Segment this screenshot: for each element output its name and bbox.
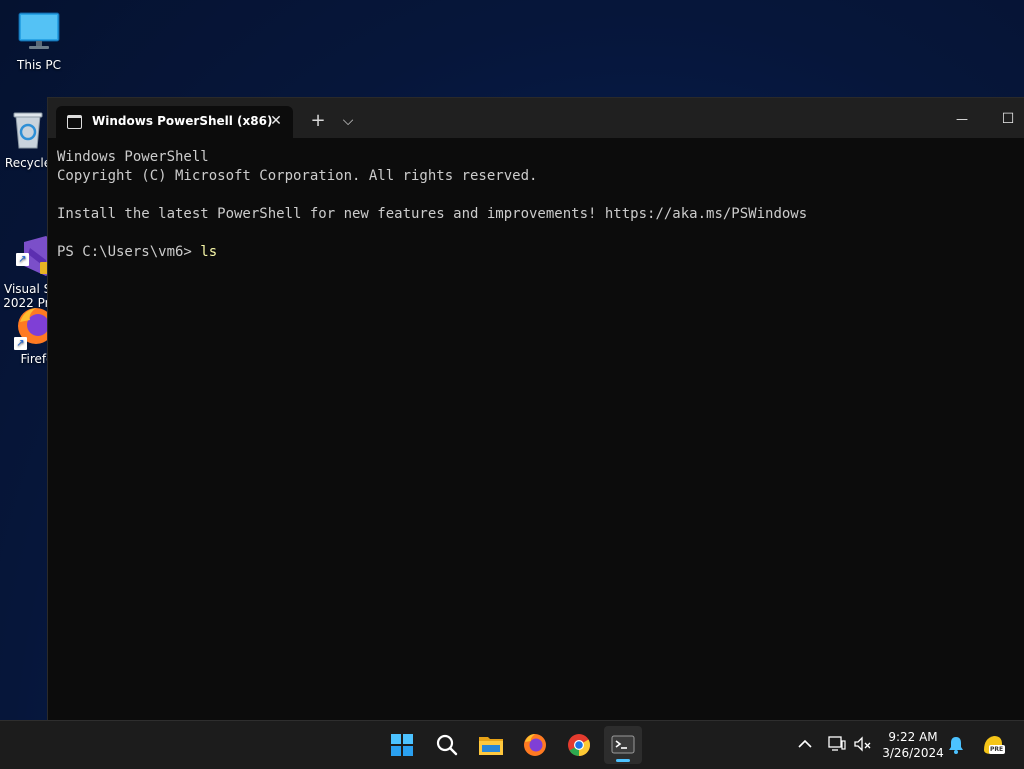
terminal-output[interactable]: Windows PowerShell Copyright (C) Microsof… [57,148,807,262]
show-hidden-icons-button[interactable] [796,735,814,753]
command-text: ls [200,244,218,260]
tab-windows-powershell[interactable]: Windows PowerShell (x86) ✕ [56,106,293,138]
chrome-taskbar-button[interactable] [560,726,598,764]
volume-button[interactable] [853,735,873,753]
clock-time: 9:22 AM [888,730,938,744]
recycle-bin-icon [6,108,50,152]
network-status-button[interactable] [827,735,847,753]
desktop-icon-label: This PC [17,58,61,72]
clock[interactable]: 9:22 AM 3/26/2024 [878,729,948,761]
shortcut-arrow-icon: ↗ [14,337,27,350]
monitor-icon [17,10,61,54]
network-icon [828,736,846,751]
desktop-icon-this-pc[interactable]: This PC [1,10,77,72]
dev-channel-badge[interactable]: PRE [980,732,1006,758]
terminal-tab-icon [67,115,82,129]
firefox-taskbar-button[interactable] [516,726,554,764]
prompt-line[interactable]: PS C:\Users\vm6> ls [57,243,807,262]
folder-icon [479,737,503,755]
badge-label: PRE [990,746,1004,753]
terminal-line: Copyright (C) Microsoft Corporation. All… [57,168,538,184]
taskbar: 9:22 AM 3/26/2024 PRE [0,720,1024,769]
search-icon [436,734,458,756]
windows-logo-icon [391,734,413,756]
start-button[interactable] [383,726,421,764]
pre-release-icon [984,736,1005,754]
chrome-icon [568,734,590,756]
title-bar[interactable]: Windows PowerShell (x86) ✕ + ⌵ — ☐ [48,98,1024,138]
notifications-button[interactable] [947,735,965,755]
tab-title: Windows PowerShell (x86) [92,114,273,128]
file-explorer-button[interactable] [472,726,510,764]
maximize-button[interactable]: ☐ [985,104,1024,134]
terminal-line: Install the latest PowerShell for new fe… [57,206,808,222]
volume-muted-icon [854,736,871,752]
bell-icon [949,737,963,754]
prompt: PS C:\Users\vm6> [57,244,201,260]
tab-dropdown-button[interactable]: ⌵ [336,110,360,132]
terminal-taskbar-button[interactable] [604,726,642,764]
terminal-line: Windows PowerShell [57,149,209,165]
chevron-up-icon [798,739,812,748]
close-tab-icon[interactable]: ✕ [266,111,286,131]
new-tab-button[interactable]: + [306,110,330,132]
active-indicator [616,759,630,762]
firefox-icon [524,734,546,756]
minimize-button[interactable]: — [939,104,985,134]
terminal-window[interactable]: Windows PowerShell (x86) ✕ + ⌵ — ☐ Windo… [48,98,1024,720]
shortcut-arrow-icon: ↗ [16,253,29,266]
clock-date: 3/26/2024 [882,746,944,760]
search-button[interactable] [428,726,466,764]
